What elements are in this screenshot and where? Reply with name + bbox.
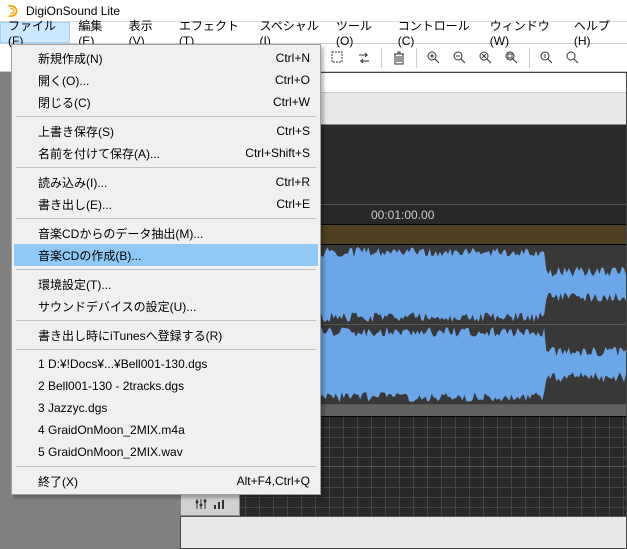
menu-編集[interactable]: 編集(E) — [70, 22, 120, 43]
delete-icon[interactable] — [387, 46, 411, 70]
mixer-controls[interactable] — [180, 492, 240, 516]
file-menu-item[interactable]: 1 D:¥!Docs¥...¥Bell001-130.dgs — [14, 353, 318, 375]
file-menu-item[interactable]: 環境設定(T)... — [14, 273, 318, 295]
file-menu-item[interactable]: 新規作成(N)Ctrl+N — [14, 47, 318, 69]
file-menu-item[interactable]: 開く(O)...Ctrl+O — [14, 69, 318, 91]
menu-コントロール[interactable]: コントロール(C) — [390, 22, 482, 43]
zoom-fit-icon[interactable] — [500, 46, 524, 70]
file-menu-item[interactable]: 名前を付けて保存(A)...Ctrl+Shift+S — [14, 142, 318, 164]
levels-icon — [212, 497, 226, 511]
vzoom-out-icon[interactable] — [561, 46, 585, 70]
file-menu-item[interactable]: 音楽CDの作成(B)... — [14, 244, 318, 266]
zoom-in-icon[interactable] — [422, 46, 446, 70]
menu-separator — [16, 167, 316, 168]
file-menu-item[interactable]: 上書き保存(S)Ctrl+S — [14, 120, 318, 142]
file-menu-item[interactable]: 読み込み(I)...Ctrl+R — [14, 171, 318, 193]
app-title: DigiOnSound Lite — [26, 4, 120, 18]
app-logo-icon — [6, 4, 20, 18]
menu-bar: ファイル(F)編集(E)表示(V)エフェクト(T)スペシャル(I)ツール(O)コ… — [0, 22, 627, 44]
swap-icon[interactable] — [352, 46, 376, 70]
menu-ウィンドウ[interactable]: ウィンドウ(W) — [482, 22, 566, 43]
file-menu-item[interactable]: 終了(X)Alt+F4,Ctrl+Q — [14, 470, 318, 492]
menu-separator — [16, 218, 316, 219]
file-menu-item[interactable]: 書き出し時にiTunesへ登録する(R) — [14, 324, 318, 346]
file-menu-item[interactable]: サウンドデバイスの設定(U)... — [14, 295, 318, 317]
menu-エフェクト[interactable]: エフェクト(T) — [171, 22, 252, 43]
file-menu-item[interactable]: 2 Bell001-130 - 2tracks.dgs — [14, 375, 318, 397]
file-menu-item[interactable]: 5 GraidOnMoon_2MIX.wav — [14, 441, 318, 463]
select-mode-icon[interactable] — [326, 46, 350, 70]
zoom-out-icon[interactable] — [448, 46, 472, 70]
file-menu-item[interactable]: 書き出し(E)...Ctrl+E — [14, 193, 318, 215]
menu-表示[interactable]: 表示(V) — [121, 22, 171, 43]
menu-separator — [16, 349, 316, 350]
ruler-time-1: 00:01:00.00 — [371, 208, 434, 222]
menu-ツール[interactable]: ツール(O) — [328, 22, 390, 43]
menu-separator — [16, 269, 316, 270]
file-menu-item[interactable]: 3 Jazzyc.dgs — [14, 397, 318, 419]
menu-separator — [16, 466, 316, 467]
menu-separator — [16, 320, 316, 321]
menu-ヘルプ[interactable]: ヘルプ(H) — [566, 22, 627, 43]
vzoom-in-icon[interactable] — [535, 46, 559, 70]
file-menu-item[interactable]: 4 GraidOnMoon_2MIX.m4a — [14, 419, 318, 441]
file-menu-item[interactable]: 閉じる(C)Ctrl+W — [14, 91, 318, 113]
menu-separator — [16, 116, 316, 117]
file-menu-dropdown: 新規作成(N)Ctrl+N開く(O)...Ctrl+O閉じる(C)Ctrl+W 上… — [11, 44, 321, 495]
zoom-reset-icon[interactable] — [474, 46, 498, 70]
file-menu-item[interactable]: 音楽CDからのデータ抽出(M)... — [14, 222, 318, 244]
menu-ファイル[interactable]: ファイル(F) — [0, 22, 70, 43]
menu-スペシャル[interactable]: スペシャル(I) — [252, 22, 328, 43]
sliders-icon — [194, 497, 208, 511]
